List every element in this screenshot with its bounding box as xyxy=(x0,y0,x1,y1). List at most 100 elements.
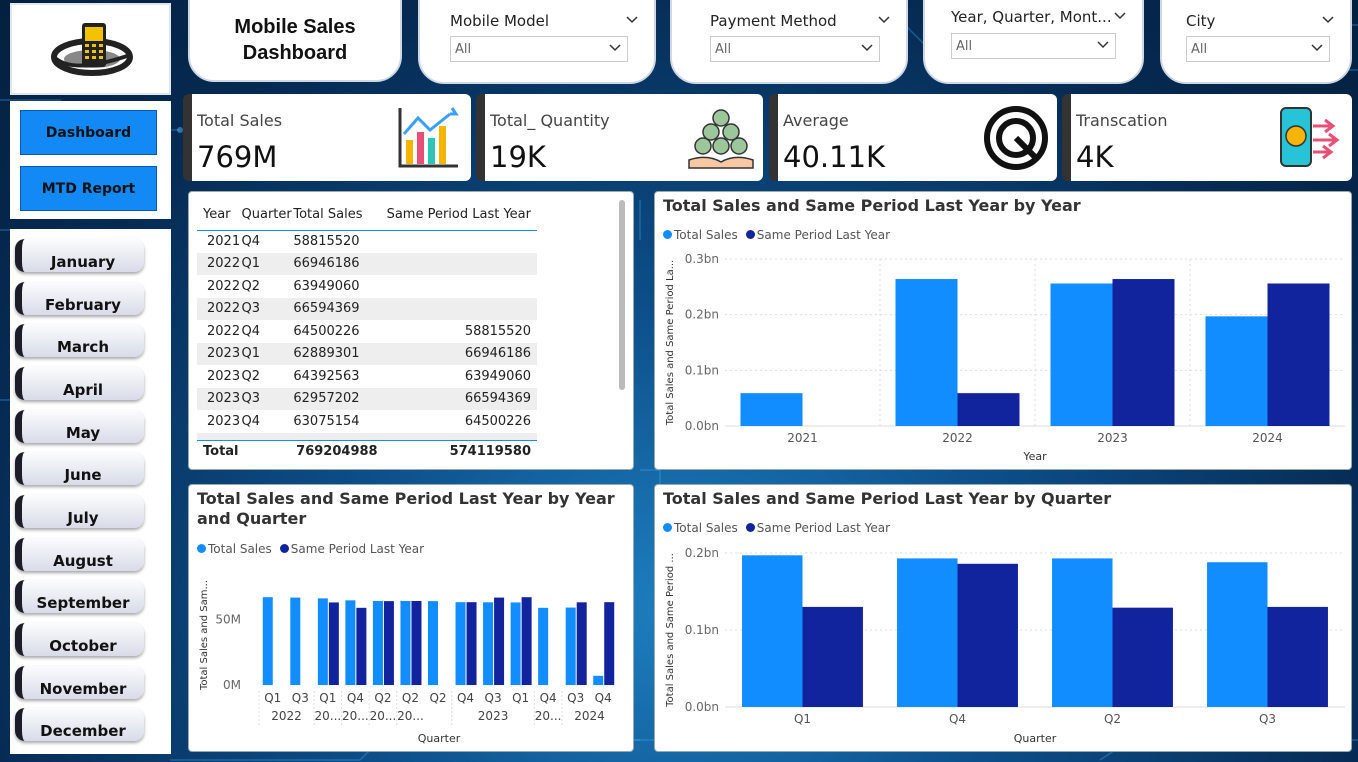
x-tick-label: Q1 xyxy=(794,712,811,726)
slicer-payment-method[interactable]: Payment Method All xyxy=(670,0,908,84)
x-tick-label: 2024 xyxy=(1252,431,1283,445)
cell-quarter: Q3 xyxy=(241,391,261,407)
chevron-down-icon xyxy=(609,44,621,52)
cell-total-sales: 66946186 xyxy=(293,256,360,272)
bar-total-sales xyxy=(428,601,438,685)
cell-year: 2023 xyxy=(207,413,241,429)
slicer-value: All xyxy=(455,42,472,57)
month-button-november[interactable]: November xyxy=(15,666,144,699)
slicer-dropdown[interactable]: All xyxy=(710,36,880,62)
bar-total-sales xyxy=(317,598,328,685)
cell-quarter: Q4 xyxy=(241,413,261,429)
chevron-down-icon[interactable] xyxy=(626,14,638,26)
y-tick-label: 0.1bn xyxy=(685,623,719,637)
column-header-same-period[interactable]: Same Period Last Year xyxy=(382,200,537,230)
month-button-july[interactable]: July xyxy=(15,495,144,528)
cell-total-sales: 58815520 xyxy=(293,234,360,249)
table-row[interactable]: 2022 Q2 63949060 xyxy=(197,275,537,298)
cell-year: 2022 xyxy=(207,301,241,317)
chart-sales-by-year: Total Sales and Same Period Last Year by… xyxy=(654,191,1352,470)
bar-same-period xyxy=(328,602,339,685)
chevron-down-icon[interactable] xyxy=(1322,14,1334,26)
table-row[interactable]: 2023 Q1 62889301 66946186 xyxy=(197,342,537,365)
x-tick-label: Q4 xyxy=(457,691,474,705)
month-button-april[interactable]: April xyxy=(15,367,144,400)
bar-total-sales xyxy=(593,675,604,685)
x-tick-label: Q1 xyxy=(264,691,281,705)
slicer-dropdown[interactable]: All xyxy=(450,36,628,62)
cell-quarter: Q3 xyxy=(241,301,261,317)
x-group-label: 20... xyxy=(370,709,397,723)
slicer-city[interactable]: City All xyxy=(1160,0,1352,84)
column-header-quarter[interactable]: Quarter xyxy=(242,200,294,230)
kpi-total-quantity: Total_ Quantity 19K xyxy=(476,94,763,181)
month-button-february[interactable]: February xyxy=(15,282,144,315)
y-tick-label: 0.0bn xyxy=(685,419,719,433)
chevron-down-icon xyxy=(861,44,873,52)
x-tick-label: Q1 xyxy=(512,691,529,705)
month-button-october[interactable]: October xyxy=(15,623,144,656)
cell-year: 2023 xyxy=(207,391,241,407)
x-tick-label: Q2 xyxy=(1104,712,1121,726)
table-scrollbar[interactable] xyxy=(619,200,625,390)
slicer-dropdown[interactable]: All xyxy=(951,33,1116,59)
slicer-year-quarter-month[interactable]: Year, Quarter, Mont... All xyxy=(923,0,1144,84)
table-row[interactable]: 2022 Q1 66946186 xyxy=(197,252,537,276)
cell-total-sales: 62889301 xyxy=(293,346,360,362)
slicer-value: All xyxy=(715,42,732,57)
bar-total-sales xyxy=(1205,316,1268,426)
table-row[interactable]: 2023 Q4 63075154 64500226 xyxy=(197,410,537,433)
x-group-label: 20... xyxy=(535,709,562,723)
mtd-report-button[interactable]: MTD Report xyxy=(20,166,157,211)
table-total-row: Total 769204988 574119580 xyxy=(197,441,537,463)
chevron-down-icon xyxy=(1311,44,1323,52)
slicer-label: Year, Quarter, Mont... xyxy=(951,8,1112,26)
month-button-may[interactable]: May xyxy=(15,410,144,443)
total-last-year-value: 574119580 xyxy=(449,444,531,460)
chevron-down-icon[interactable] xyxy=(1114,10,1126,22)
cell-same-period xyxy=(382,253,537,276)
cell-total-sales: 62957202 xyxy=(293,391,360,407)
x-tick-label: Q4 xyxy=(540,691,557,705)
table-row[interactable]: 2021 Q4 58815520 xyxy=(197,230,537,253)
bar-same-period xyxy=(521,597,532,685)
x-group-label: 2022 xyxy=(271,709,302,723)
bar-total-sales xyxy=(742,555,803,707)
cell-same-period: 58815520 xyxy=(464,323,531,339)
cell-same-period: 66946186 xyxy=(464,346,531,362)
cell-same-period: 63949060 xyxy=(464,368,531,384)
kpi-value: 40.11K xyxy=(783,140,886,174)
slicer-label: Mobile Model xyxy=(450,12,550,30)
cell-quarter: Q2 xyxy=(241,368,261,384)
x-tick-label: Q3 xyxy=(1259,712,1276,726)
bar-total-sales xyxy=(455,602,466,685)
growth-chart-icon xyxy=(398,107,459,168)
month-button-december[interactable]: December xyxy=(15,708,144,741)
column-header-total-sales[interactable]: Total Sales xyxy=(293,200,381,230)
x-tick-label: 2021 xyxy=(787,431,818,445)
month-button-august[interactable]: August xyxy=(15,538,144,571)
table-row[interactable]: 2023 Q3 62957202 66594369 xyxy=(197,387,537,410)
month-button-january[interactable]: January xyxy=(15,239,144,272)
bar-total-sales xyxy=(895,279,958,426)
bar-total-sales xyxy=(345,600,356,685)
month-button-march[interactable]: March xyxy=(15,324,144,357)
y-axis-label: Total Sales and Same Period La... xyxy=(665,260,676,426)
table-row[interactable]: 2022 Q4 64500226 58815520 xyxy=(197,320,537,343)
column-header-year[interactable]: Year xyxy=(197,200,242,230)
month-button-june[interactable]: June xyxy=(15,452,144,485)
cell-year: 2023 xyxy=(207,346,241,362)
month-button-september[interactable]: September xyxy=(15,580,144,613)
bar-same-period xyxy=(957,563,1018,707)
average-gauge-icon xyxy=(984,106,1048,170)
dashboard-button[interactable]: Dashboard xyxy=(20,110,157,155)
table-row[interactable]: 2023 Q2 64392563 63949060 xyxy=(197,365,537,388)
chevron-down-icon[interactable] xyxy=(878,14,890,26)
table-row[interactable]: 2022 Q3 66594369 xyxy=(197,297,537,320)
slicer-mobile-model[interactable]: Mobile Model All xyxy=(418,0,656,84)
x-tick-label: Q2 xyxy=(374,691,391,705)
slicer-dropdown[interactable]: All xyxy=(1186,36,1330,62)
bar-same-period xyxy=(1267,606,1328,707)
chart-sales-by-year-quarter: Total Sales and Same Period Last Year by… xyxy=(188,484,634,752)
bar-same-period xyxy=(604,602,615,685)
